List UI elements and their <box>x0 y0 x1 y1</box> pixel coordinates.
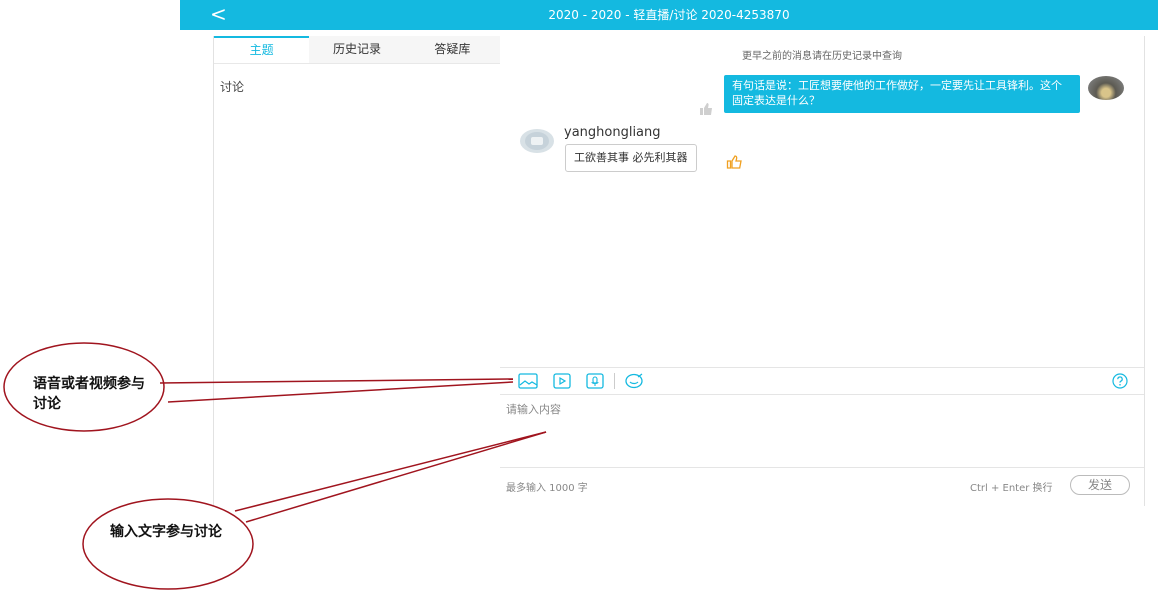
annotation-overlay <box>3 342 547 590</box>
annotation-text-input: 输入文字参与讨论 <box>110 524 222 540</box>
annotation-voice-video: 语音或者视频参与讨论 <box>33 376 145 412</box>
annotation-line <box>167 381 514 403</box>
annotation-line <box>234 431 547 512</box>
annotation-line <box>245 431 547 523</box>
annotation-ellipse <box>82 498 254 590</box>
annotation-line <box>159 378 514 384</box>
